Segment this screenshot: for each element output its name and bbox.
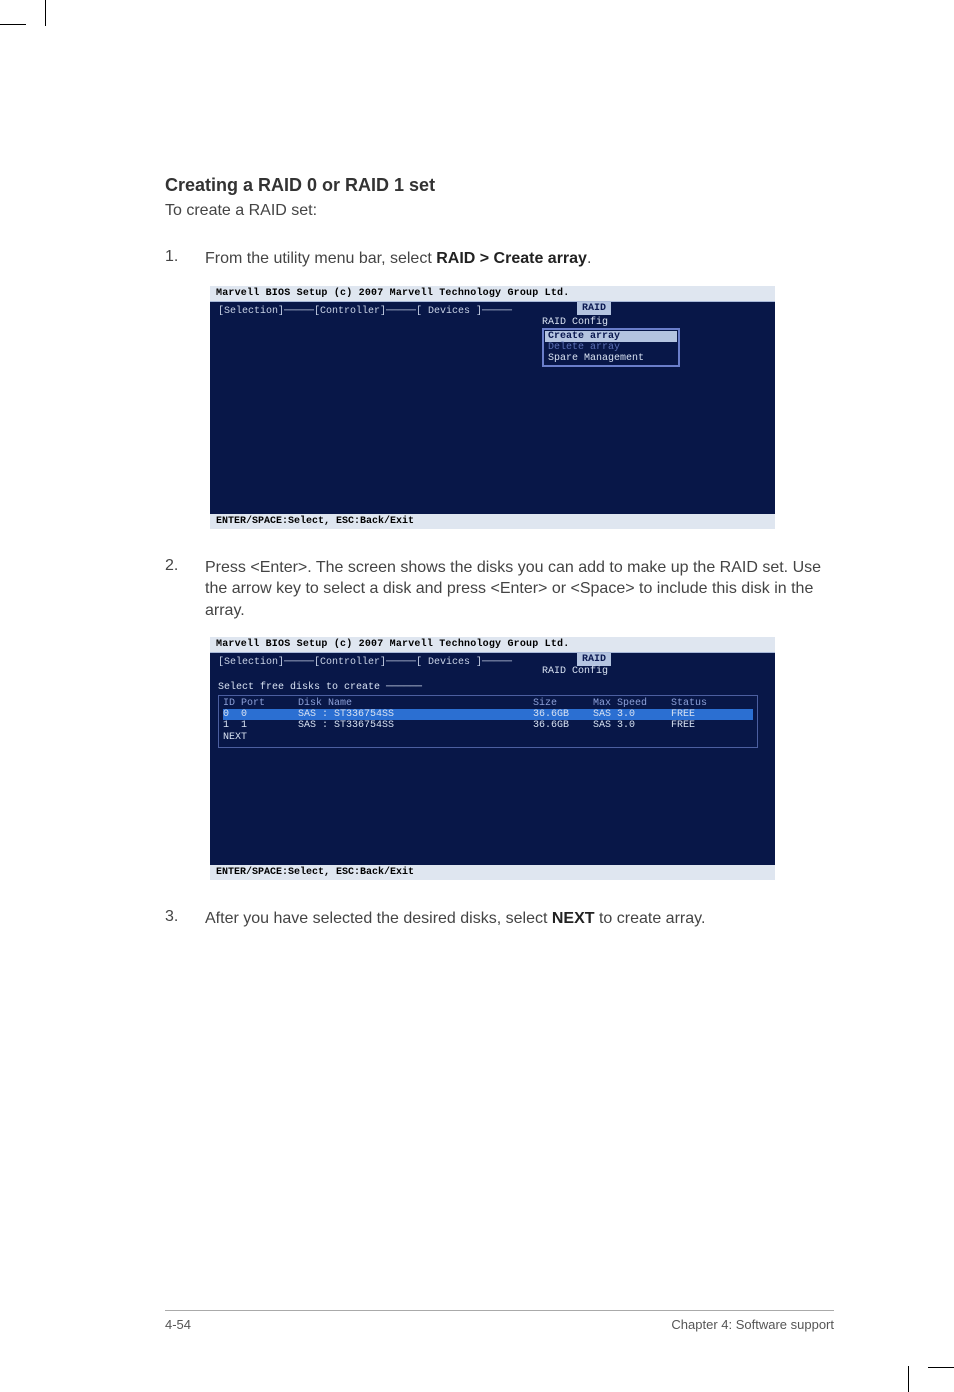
bios-body: [Selection]─────[Controller]─────[ Devic…	[210, 652, 775, 865]
raid-tab-label: RAID	[577, 653, 611, 666]
raid-menu-panel: RAID RAID Config Create array Delete arr…	[542, 302, 682, 367]
raid-submenu-create: Create array	[545, 331, 677, 342]
intro-text: To create a RAID set:	[165, 202, 834, 220]
page-number: 4-54	[165, 1317, 191, 1332]
cell-port: 0	[241, 709, 298, 720]
step-text-prefix: From the utility menu bar, select	[205, 250, 436, 267]
col-idport: ID Port	[223, 698, 298, 709]
crop-mark	[908, 1366, 909, 1392]
step-text-prefix: Press <Enter>. The screen shows the disk…	[205, 559, 821, 619]
page-footer: 4-54 Chapter 4: Software support	[165, 1310, 834, 1332]
col-status: Status	[671, 698, 731, 709]
disk-header-row: ID Port Disk Name Size Max Speed Status	[223, 698, 753, 709]
cell-speed: SAS 3.0	[593, 720, 671, 731]
cell-status: FREE	[671, 720, 731, 731]
step-text-bold: NEXT	[552, 910, 595, 927]
bios-footer: ENTER/SPACE:Select, ESC:Back/Exit	[210, 514, 775, 529]
bios-screenshot-1: Marvell BIOS Setup (c) 2007 Marvell Tech…	[210, 286, 775, 529]
bios-menu-tabs: [Selection]─────[Controller]─────[ Devic…	[218, 657, 512, 668]
bios-title: Marvell BIOS Setup (c) 2007 Marvell Tech…	[210, 637, 775, 652]
raid-tab-label: RAID	[577, 302, 611, 315]
step-text-prefix: After you have selected the desired disk…	[205, 910, 552, 927]
raid-submenu-delete: Delete array	[545, 342, 677, 353]
raid-config-label: RAID Config	[542, 317, 682, 328]
bios-footer: ENTER/SPACE:Select, ESC:Back/Exit	[210, 865, 775, 880]
step-text-bold: RAID > Create array	[436, 250, 587, 267]
bios-body: [Selection]─────[Controller]─────[ Devic…	[210, 301, 775, 514]
step-text: After you have selected the desired disk…	[205, 908, 705, 930]
disk-row: 0 0 SAS : ST336754SS 36.6GB SAS 3.0 FREE	[223, 709, 753, 720]
cell-name: SAS : ST336754SS	[298, 709, 533, 720]
section-heading: Creating a RAID 0 or RAID 1 set	[165, 175, 834, 196]
cell-port: 1	[241, 720, 298, 731]
crop-mark	[45, 0, 46, 26]
raid-submenu: Create array Delete array Spare Manageme…	[542, 328, 680, 367]
step-number: 1.	[165, 248, 205, 270]
bios-title: Marvell BIOS Setup (c) 2007 Marvell Tech…	[210, 286, 775, 301]
raid-mini-panel: RAID RAID Config	[542, 653, 611, 677]
disk-row: 1 1 SAS : ST336754SS 36.6GB SAS 3.0 FREE	[223, 720, 753, 731]
cell-id: 1	[223, 720, 241, 731]
crop-mark	[0, 24, 26, 25]
step-number: 2.	[165, 557, 205, 622]
step-number: 3.	[165, 908, 205, 930]
step-text: From the utility menu bar, select RAID >…	[205, 248, 591, 270]
cell-size: 36.6GB	[533, 720, 593, 731]
select-free-label: Select free disks to create ──────	[218, 682, 767, 693]
raid-submenu-spare: Spare Management	[545, 353, 677, 364]
step-text: Press <Enter>. The screen shows the disk…	[205, 557, 834, 622]
chapter-label: Chapter 4: Software support	[671, 1317, 834, 1332]
step-text-suffix: to create array.	[595, 910, 706, 927]
step-text-suffix: .	[587, 250, 591, 267]
col-speed: Max Speed	[593, 698, 671, 709]
bios-menu-tabs: [Selection]─────[Controller]─────[ Devic…	[218, 306, 512, 317]
disk-panel: ID Port Disk Name Size Max Speed Status …	[218, 695, 758, 748]
col-size: Size	[533, 698, 593, 709]
bios-screenshot-2: Marvell BIOS Setup (c) 2007 Marvell Tech…	[210, 637, 775, 880]
col-name: Disk Name	[298, 698, 533, 709]
cell-size: 36.6GB	[533, 709, 593, 720]
next-option: NEXT	[223, 732, 753, 743]
cell-speed: SAS 3.0	[593, 709, 671, 720]
cell-name: SAS : ST336754SS	[298, 720, 533, 731]
crop-mark	[928, 1367, 954, 1368]
cell-status: FREE	[671, 709, 731, 720]
raid-config-label: RAID Config	[542, 666, 611, 677]
cell-id: 0	[223, 709, 241, 720]
